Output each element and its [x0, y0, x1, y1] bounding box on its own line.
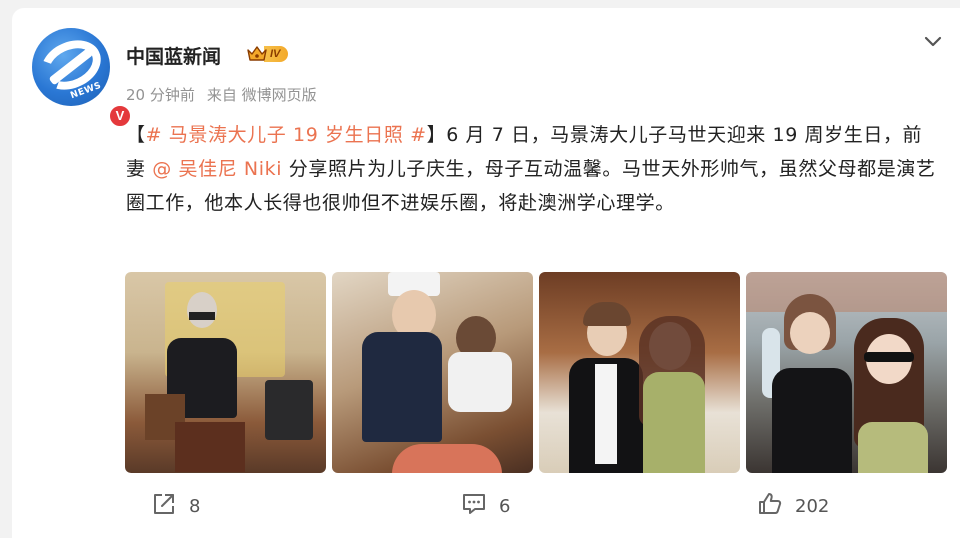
- topic-bracket-open: 【: [126, 124, 146, 146]
- post-source: 来自 微博网页版: [206, 86, 317, 104]
- share-button[interactable]: 8: [151, 486, 200, 526]
- comment-count: 6: [499, 495, 511, 517]
- chevron-down-icon[interactable]: [922, 30, 944, 52]
- level-badge[interactable]: IV: [246, 44, 289, 64]
- photo-3[interactable]: [539, 272, 740, 473]
- action-bar: 8 6 202: [125, 486, 945, 526]
- share-count: 8: [189, 495, 201, 517]
- topic-link[interactable]: # 马景涛大儿子 19 岁生日照 #: [146, 124, 427, 146]
- photo-4[interactable]: [746, 272, 947, 473]
- post-meta: 20 分钟前 来自 微博网页版: [126, 84, 317, 105]
- share-icon: [151, 491, 177, 522]
- author-name[interactable]: 中国蓝新闻: [126, 42, 221, 69]
- photo-2[interactable]: [332, 272, 533, 473]
- post-time[interactable]: 20 分钟前: [126, 84, 195, 105]
- topic-bracket-close: 】: [426, 124, 447, 146]
- thumbs-up-icon: [757, 491, 783, 522]
- photo-1[interactable]: [125, 272, 326, 473]
- post-content: 【# 马景涛大儿子 19 岁生日照 #】6 月 7 日，马景涛大儿子马世天迎来 …: [126, 118, 938, 220]
- photo-grid: [125, 272, 947, 473]
- comment-icon: [461, 491, 487, 522]
- comment-button[interactable]: 6: [461, 486, 510, 526]
- avatar-logo: NEWS: [32, 28, 110, 106]
- like-count: 202: [795, 495, 830, 517]
- weibo-post-card: NEWS V 中国蓝新闻 IV 20 分钟前 来自 微博网页版 【# 马景涛大儿…: [12, 8, 960, 538]
- like-button[interactable]: 202: [757, 486, 829, 526]
- crown-icon: [246, 45, 267, 63]
- mention-link[interactable]: @ 吴佳尼 Niki: [152, 158, 282, 180]
- avatar[interactable]: NEWS V: [32, 28, 132, 128]
